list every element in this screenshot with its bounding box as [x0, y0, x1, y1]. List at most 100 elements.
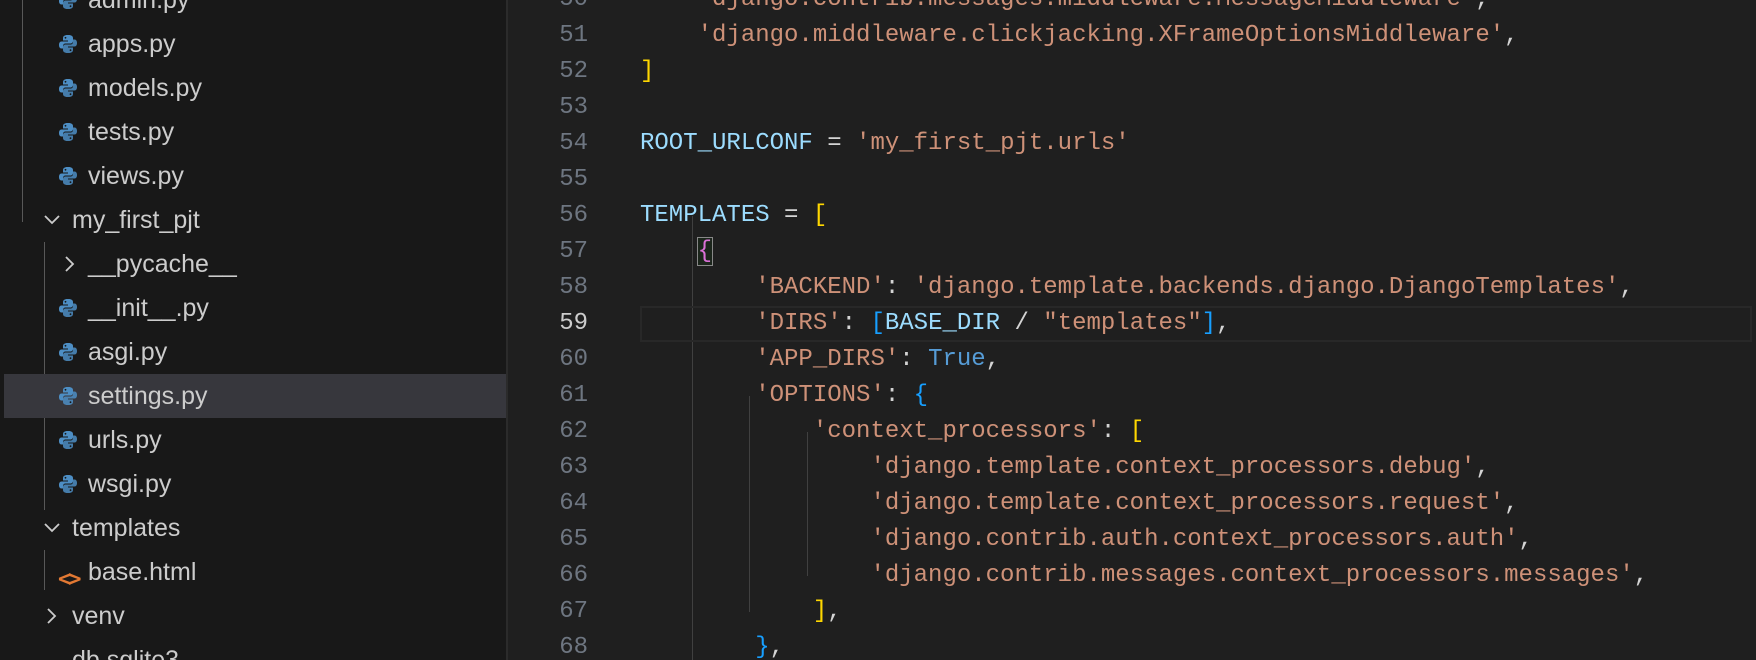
code-line[interactable]: 56 TEMPLATES = [ [508, 198, 1756, 234]
code-line[interactable]: 52] [508, 54, 1756, 90]
python-file-icon [59, 35, 77, 53]
tree-item-label: models.py [88, 74, 202, 102]
code-text[interactable]: 'django.template.context_processors.debu… [640, 450, 1489, 486]
python-file-icon [59, 0, 77, 9]
tree-folder-pycache[interactable]: __pycache__ [4, 242, 506, 286]
line-number[interactable]: 54 [508, 126, 588, 162]
tree-file-asgi-py[interactable]: asgi.py [4, 330, 506, 374]
tree-item-label: admin.py [88, 0, 190, 14]
code-text[interactable]: 'OPTIONS': { [640, 378, 928, 414]
code-text[interactable]: ], [640, 594, 842, 630]
code-text[interactable]: 'APP_DIRS': True, [640, 342, 1000, 378]
code-text[interactable]: ] [640, 54, 654, 90]
tree-item-label: tests.py [88, 118, 175, 146]
code-line[interactable]: 53 [508, 90, 1756, 126]
tree-file-db-sqlite3[interactable]: db.sqlite3 [4, 638, 506, 660]
line-number[interactable]: 56 [508, 198, 588, 234]
code-line[interactable]: 61 'OPTIONS': { [508, 378, 1756, 414]
tree-file-apps-py[interactable]: apps.py [4, 22, 506, 66]
tree-file-views-py[interactable]: views.py [4, 154, 506, 198]
tree-item-label: urls.py [88, 426, 162, 454]
code-text[interactable]: }, [640, 630, 784, 660]
line-number[interactable]: 55 [508, 162, 588, 198]
line-number[interactable]: 64 [508, 486, 588, 522]
python-file-icon [59, 299, 77, 317]
tree-file-base-html[interactable]: <> base.html [4, 550, 506, 594]
line-number[interactable]: 53 [508, 90, 588, 126]
tree-file-urls-py[interactable]: urls.py [4, 418, 506, 462]
line-number[interactable]: 66 [508, 558, 588, 594]
tree-folder-my-first-pjt[interactable]: my_first_pjt [4, 198, 506, 242]
explorer-sidebar: admin.py apps.py models.py tests.py views.py… [0, 0, 506, 660]
line-number[interactable]: 62 [508, 414, 588, 450]
code-text[interactable]: 'django.contrib.auth.context_processors.… [640, 522, 1533, 558]
code-line[interactable]: 55 [508, 162, 1756, 198]
tree-item-label: wsgi.py [88, 470, 172, 498]
line-number[interactable]: 60 [508, 342, 588, 378]
chevron-down-icon[interactable] [42, 518, 62, 538]
code-line[interactable]: 58 'BACKEND': 'django.template.backends.… [508, 270, 1756, 306]
line-number[interactable]: 67 [508, 594, 588, 630]
code-text[interactable]: 'DIRS': [BASE_DIR / "templates"], [640, 306, 1230, 342]
line-number[interactable]: 57 [508, 234, 588, 270]
tree-item-label: __init__.py [88, 294, 209, 322]
code-line[interactable]: 57 { [508, 234, 1756, 270]
code-line[interactable]: 50 'django.contrib.messages.middleware.M… [508, 0, 1756, 18]
line-number[interactable]: 61 [508, 378, 588, 414]
python-file-icon [59, 387, 77, 405]
chevron-down-icon[interactable] [42, 210, 62, 230]
python-file-icon [59, 343, 77, 361]
code-text[interactable]: 'django.middleware.clickjacking.XFrameOp… [640, 18, 1519, 54]
code-text[interactable]: 'BACKEND': 'django.template.backends.dja… [640, 270, 1634, 306]
line-number[interactable]: 58 [508, 270, 588, 306]
tree-file-admin-py[interactable]: admin.py [4, 0, 506, 22]
tree-folder-venv[interactable]: venv [4, 594, 506, 638]
tree-file-wsgi-py[interactable]: wsgi.py [4, 462, 506, 506]
line-number[interactable]: 68 [508, 630, 588, 660]
code-line[interactable]: 62 'context_processors': [ [508, 414, 1756, 450]
python-file-icon [59, 167, 77, 185]
line-number[interactable]: 63 [508, 450, 588, 486]
code-line[interactable]: 68 }, [508, 630, 1756, 660]
code-line[interactable]: 66 'django.contrib.messages.context_proc… [508, 558, 1756, 594]
code-line[interactable]: 60 'APP_DIRS': True, [508, 342, 1756, 378]
tree-file-models-py[interactable]: models.py [4, 66, 506, 110]
code-text[interactable]: 'django.contrib.messages.context_process… [640, 558, 1648, 594]
python-file-icon [59, 123, 77, 141]
code-text[interactable]: TEMPLATES = [ [640, 198, 827, 234]
code-line[interactable]: 67 ], [508, 594, 1756, 630]
tree-item-label: venv [72, 602, 125, 630]
line-number[interactable]: 65 [508, 522, 588, 558]
code-text[interactable]: { [640, 234, 714, 270]
code-line[interactable]: 51 'django.middleware.clickjacking.XFram… [508, 18, 1756, 54]
line-number[interactable]: 59 [508, 306, 588, 342]
code-line[interactable]: 65 'django.contrib.auth.context_processo… [508, 522, 1756, 558]
code-text[interactable]: 'django.contrib.messages.middleware.Mess… [640, 0, 1490, 18]
tree-item-label: __pycache__ [88, 250, 237, 278]
python-file-icon [59, 79, 77, 97]
code-editor[interactable]: 50 'django.contrib.messages.middleware.M… [508, 0, 1756, 660]
line-number[interactable]: 50 [508, 0, 588, 18]
tree-file-init-py[interactable]: __init__.py [4, 286, 506, 330]
tree-file-settings-py[interactable]: settings.py [4, 374, 506, 418]
tree-item-label: asgi.py [88, 338, 168, 366]
vscode-window: admin.py apps.py models.py tests.py views.py… [0, 0, 1756, 660]
tree-folder-templates[interactable]: templates [4, 506, 506, 550]
tree-item-label: templates [72, 514, 181, 542]
code-text[interactable]: ROOT_URLCONF = 'my_first_pjt.urls' [640, 126, 1130, 162]
code-line[interactable]: 63 'django.template.context_processors.d… [508, 450, 1756, 486]
tree-item-label: base.html [88, 558, 197, 586]
chevron-right-icon[interactable] [60, 254, 80, 274]
code-text[interactable]: 'context_processors': [ [640, 414, 1144, 450]
tree-file-tests-py[interactable]: tests.py [4, 110, 506, 154]
tree-item-label: apps.py [88, 30, 176, 58]
tree-item-label: my_first_pjt [72, 206, 200, 234]
code-line[interactable]: 64 'django.template.context_processors.r… [508, 486, 1756, 522]
code-line[interactable]: 54 ROOT_URLCONF = 'my_first_pjt.urls' [508, 126, 1756, 162]
python-file-icon [59, 475, 77, 493]
chevron-right-icon[interactable] [42, 606, 62, 626]
code-line[interactable]: 59 'DIRS': [BASE_DIR / "templates"], [508, 306, 1756, 342]
line-number[interactable]: 51 [508, 18, 588, 54]
line-number[interactable]: 52 [508, 54, 588, 90]
code-text[interactable]: 'django.template.context_processors.requ… [640, 486, 1518, 522]
